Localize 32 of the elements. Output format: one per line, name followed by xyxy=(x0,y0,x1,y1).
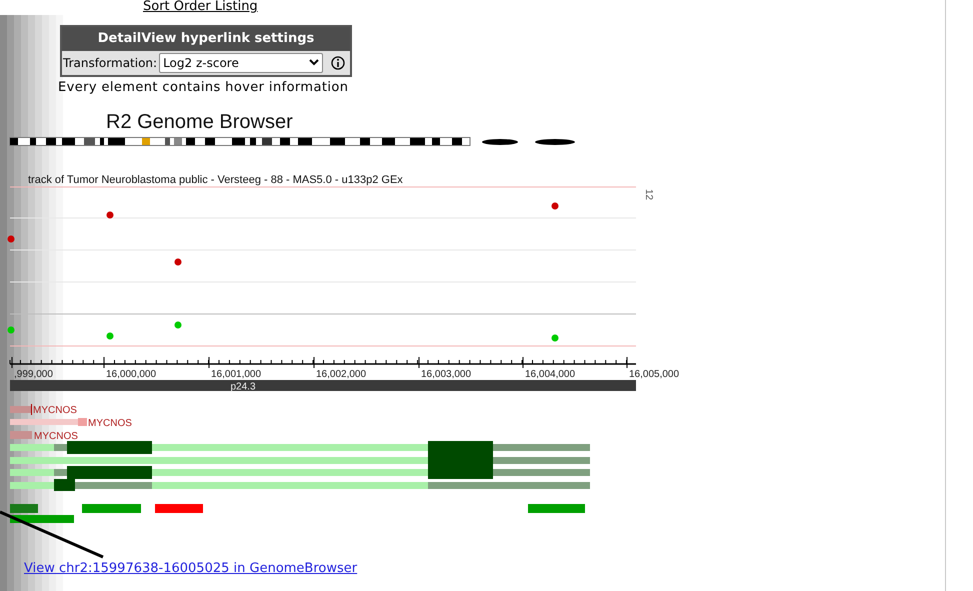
transformation-label: Transformation: xyxy=(63,54,158,72)
axis-tick-label: 16,003,000 xyxy=(421,369,472,380)
hover-note: Every element contains hover information xyxy=(58,78,348,96)
axis-tick-label: 16,000,000 xyxy=(106,369,156,380)
gene-label: MYCNOS xyxy=(34,431,78,442)
track-title: track of Tumor Neuroblastoma public - Versteeg - 88 - MAS5.0 - u133p2 GEx xyxy=(28,174,403,186)
gene-label: MYCNOS xyxy=(88,418,132,429)
chevron-icon xyxy=(309,59,320,66)
info-icon[interactable] xyxy=(331,56,346,70)
axis-tick-label: 16,004,000 xyxy=(525,369,576,380)
data-point xyxy=(8,236,14,242)
data-point xyxy=(174,258,182,266)
genome-browser-link[interactable]: View chr2:15997638-16005025 in GenomeBrowser xyxy=(24,559,358,578)
gene-label: MYCNOS xyxy=(33,405,77,416)
data-point xyxy=(8,326,14,334)
data-point xyxy=(106,212,114,218)
data-point xyxy=(552,202,558,210)
axis-tick-label: 16,002,000 xyxy=(316,369,366,380)
axis-tick-label: 16,001,000 xyxy=(211,369,262,380)
centromere-icon xyxy=(482,139,518,145)
axis-tick-label: 16,005,000 xyxy=(629,369,680,380)
scale-label: 12 xyxy=(643,189,654,200)
transformation-select[interactable]: Log2 z-score xyxy=(159,52,324,72)
sort-order-link[interactable]: Sort Order Listing xyxy=(143,0,258,14)
axis-tick-label: ,999,000 xyxy=(14,369,53,380)
chromosome-end-icon xyxy=(535,139,575,145)
data-point xyxy=(106,332,114,340)
band-label: p24.3 xyxy=(230,382,256,392)
browser-title: R2 Genome Browser xyxy=(106,111,293,133)
panel-title: DetailView hyperlink settings xyxy=(62,27,350,50)
data-point xyxy=(174,322,182,328)
data-point xyxy=(552,334,558,342)
